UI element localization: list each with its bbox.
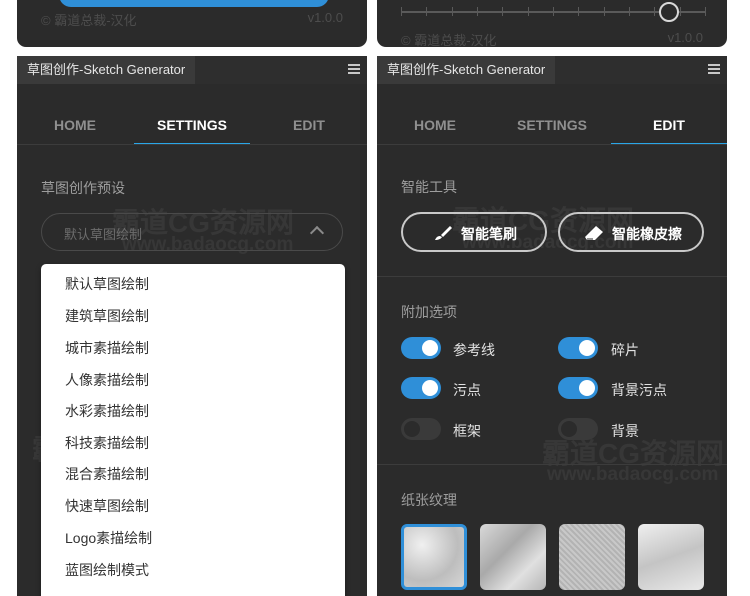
dropdown-option[interactable]: 默认草图绘制: [65, 274, 149, 294]
section-divider: [377, 464, 727, 465]
paper-texture-swatch[interactable]: [559, 524, 625, 590]
slider-thumb[interactable]: [658, 2, 679, 22]
slider-tick: [629, 7, 630, 16]
options-section-title: 附加选项: [401, 304, 457, 320]
top-right-panel: © 霸道总裁-汉化 v1.0.0: [377, 0, 727, 47]
dropdown-option[interactable]: 建筑草图绘制: [65, 306, 149, 326]
slider-tick: [705, 7, 706, 16]
smart-eraser-label: 智能橡皮擦: [612, 226, 682, 242]
tab-settings[interactable]: SETTINGS: [134, 110, 250, 145]
preset-dropdown: 默认草图绘制 建筑草图绘制 城市素描绘制 人像素描绘制 水彩素描绘制 科技素描绘…: [41, 264, 345, 596]
section-divider: [377, 276, 727, 277]
tab-settings[interactable]: SETTINGS: [494, 110, 610, 145]
tab-divider: [377, 144, 727, 145]
slider-tick: [502, 7, 503, 16]
preset-select[interactable]: 默认草图绘制: [41, 213, 343, 251]
eraser-icon: [585, 226, 603, 240]
toggle-guides[interactable]: [401, 337, 441, 359]
tab-bar: HOME SETTINGS EDIT: [377, 110, 727, 145]
preset-select-value: 默认草图绘制: [64, 227, 143, 242]
menu-icon[interactable]: [708, 64, 720, 74]
tab-home[interactable]: HOME: [377, 110, 493, 145]
smart-brush-button[interactable]: 智能笔刷: [401, 212, 547, 252]
slider-tick: [654, 7, 655, 16]
brush-icon: [435, 226, 452, 240]
toggle-label: 背景: [611, 423, 639, 439]
toggle-label: 碎片: [611, 342, 639, 358]
toggle-stains[interactable]: [401, 377, 441, 399]
tab-edit[interactable]: EDIT: [611, 110, 727, 145]
preset-section-title: 草图创作预设: [41, 180, 125, 196]
tab-divider: [17, 144, 367, 145]
watermark-url: www.badaocg.com: [547, 464, 719, 485]
dropdown-option[interactable]: Logo素描绘制: [65, 528, 152, 548]
slider-tick: [578, 7, 579, 16]
dropdown-option[interactable]: 城市素描绘制: [65, 338, 149, 358]
panel-header: 草图创作-Sketch Generator: [377, 56, 727, 84]
tab-home[interactable]: HOME: [17, 110, 133, 145]
credit-text: © 霸道总裁-汉化: [41, 13, 137, 28]
paper-texture-swatch[interactable]: [401, 524, 467, 590]
tab-edit[interactable]: EDIT: [251, 110, 367, 145]
paper-texture-swatch[interactable]: [638, 524, 704, 590]
toggle-background[interactable]: [558, 418, 598, 440]
dropdown-option[interactable]: 蓝图绘制模式: [65, 560, 149, 580]
version-text: v1.0.0: [667, 30, 703, 45]
slider-tick: [452, 7, 453, 16]
primary-button-partial[interactable]: [59, 0, 329, 7]
credit-text: © 霸道总裁-汉化: [401, 33, 497, 47]
slider-tick: [553, 7, 554, 16]
smart-brush-label: 智能笔刷: [461, 226, 517, 242]
panel-header: 草图创作-Sketch Generator: [17, 56, 367, 84]
toggle-fragments[interactable]: [558, 337, 598, 359]
smart-eraser-button[interactable]: 智能橡皮擦: [558, 212, 704, 252]
version-text: v1.0.0: [307, 10, 343, 25]
dropdown-option[interactable]: 人像素描绘制: [65, 370, 149, 390]
toggle-label: 污点: [453, 382, 481, 398]
dropdown-option[interactable]: 快速草图绘制: [65, 496, 149, 516]
panel-title: 草图创作-Sketch Generator: [17, 56, 196, 84]
paper-texture-swatch[interactable]: [480, 524, 546, 590]
slider-tick: [604, 7, 605, 16]
slider-tick: [426, 7, 427, 16]
slider-tick: [477, 7, 478, 16]
menu-icon[interactable]: [348, 64, 360, 74]
top-left-panel: © 霸道总裁-汉化 v1.0.0: [17, 0, 367, 47]
slider-tick: [401, 7, 402, 16]
toggle-label: 参考线: [453, 342, 495, 358]
dropdown-option[interactable]: 科技素描绘制: [65, 433, 149, 453]
dropdown-option[interactable]: 混合素描绘制: [65, 464, 149, 484]
tab-bar: HOME SETTINGS EDIT: [17, 110, 367, 145]
toggle-label: 背景污点: [611, 382, 667, 398]
settings-panel: 草图创作-Sketch Generator 霸道CG资源网 www.badaoc…: [17, 56, 367, 596]
toggle-frame[interactable]: [401, 418, 441, 440]
toggle-label: 框架: [453, 423, 481, 439]
panel-title: 草图创作-Sketch Generator: [377, 56, 556, 84]
slider-tick: [528, 7, 529, 16]
toggle-background-stains[interactable]: [558, 377, 598, 399]
tools-section-title: 智能工具: [401, 179, 457, 195]
paper-section-title: 纸张纹理: [401, 492, 457, 508]
dropdown-option[interactable]: 水彩素描绘制: [65, 401, 149, 421]
edit-panel: 草图创作-Sketch Generator 霸道CG资源网 www.badaoc…: [377, 56, 727, 596]
chevron-up-icon: [309, 225, 325, 241]
slider-tick: [680, 7, 681, 16]
